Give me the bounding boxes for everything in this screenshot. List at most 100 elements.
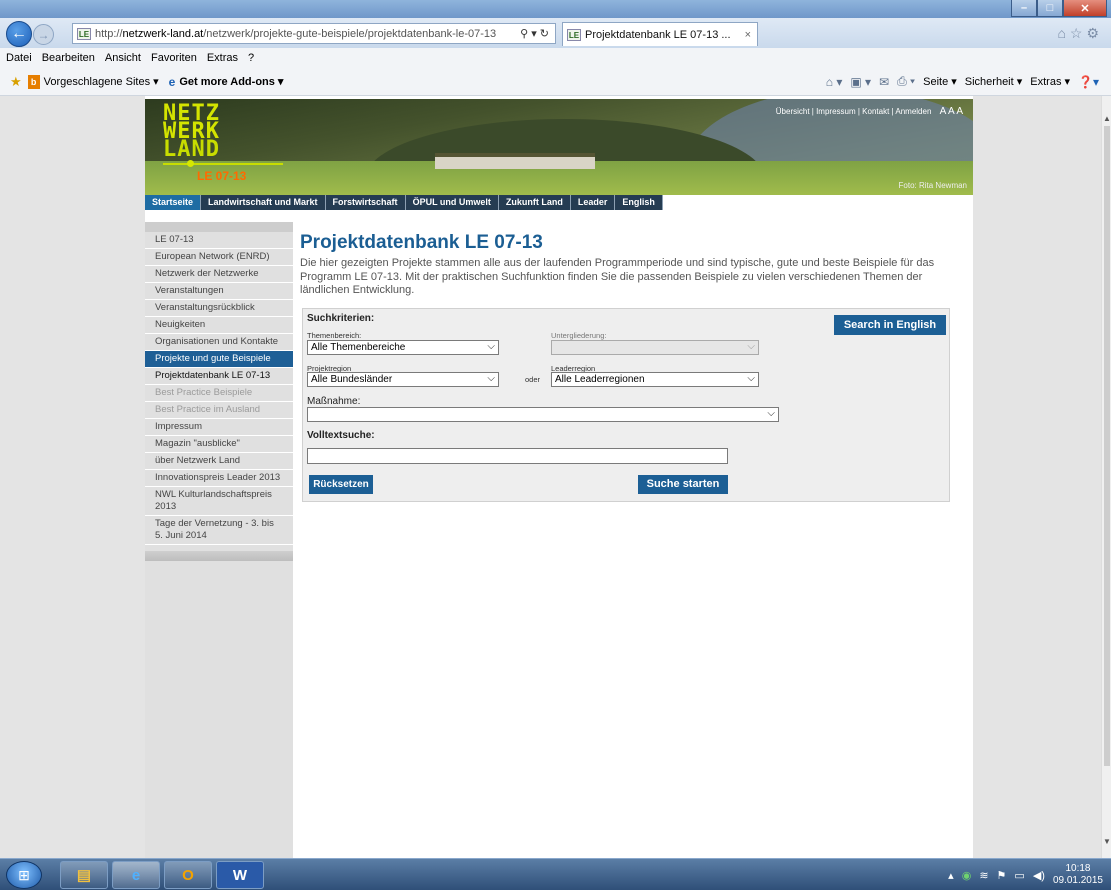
vertical-scrollbar[interactable]: ▲ ▼ [1101, 96, 1111, 858]
start-button[interactable]: ⊞ [6, 861, 42, 889]
sidebar-item-ueber[interactable]: über Netzwerk Land [145, 453, 293, 470]
reset-button[interactable]: Rücksetzen [309, 475, 373, 494]
search-submit-button[interactable]: Suche starten [638, 475, 728, 494]
tray-app-icon[interactable]: ◉ [962, 869, 972, 882]
site-header-banner: NETZ WERK LAND LE 07-13 Übersicht | Impr… [145, 99, 973, 195]
browser-tab[interactable]: LE Projektdatenbank LE 07-13 ... × [562, 22, 758, 46]
nav-oepul[interactable]: ÖPUL und Umwelt [406, 195, 499, 210]
search-english-button[interactable]: Search in English [834, 315, 946, 335]
url-text[interactable]: http://netzwerk-land.at/netzwerk/projekt… [95, 28, 496, 40]
sidebar-item-le0713[interactable]: LE 07-13 [145, 232, 293, 249]
sidebar-item-magazin[interactable]: Magazin "ausblicke" [145, 436, 293, 453]
flag-icon[interactable]: ⚑ [997, 869, 1007, 882]
menu-bar: Datei Bearbeiten Ansicht Favoriten Extra… [0, 48, 1111, 68]
extras-menu[interactable]: Extras ▾ [1030, 75, 1070, 88]
print-icon[interactable]: ⎙ ▾ [897, 74, 915, 89]
search-criteria-heading: Suchkriterien: [307, 313, 375, 324]
sidebar-item-veranstaltungen[interactable]: Veranstaltungen [145, 283, 293, 300]
volume-icon[interactable]: ◀) [1033, 869, 1045, 882]
sidebar-item-rueckblick[interactable]: Veranstaltungsrückblick [145, 300, 293, 317]
font-size-switcher[interactable]: A A A [940, 106, 963, 117]
sidebar-item-tage-vernetzung[interactable]: Tage der Vernetzung - 3. bis 5. Juni 201… [145, 516, 293, 545]
window-titlebar: – □ ✕ [0, 0, 1111, 18]
word-taskbar-icon[interactable]: W [216, 861, 264, 889]
tab-title: Projektdatenbank LE 07-13 ... [585, 28, 731, 41]
favorites-bar: ★ b Vorgeschlagene Sites ▾ e Get more Ad… [0, 68, 1111, 96]
top-links[interactable]: Übersicht | Impressum | Kontakt | Anmeld… [776, 106, 963, 117]
sidebar-item-best-practice-ausland[interactable]: Best Practice im Ausland [145, 402, 293, 419]
outlook-taskbar-icon[interactable]: O [164, 861, 212, 889]
sidebar-item-organisationen[interactable]: Organisationen und Kontakte [145, 334, 293, 351]
sidebar-item-enrd[interactable]: European Network (ENRD) [145, 249, 293, 266]
scrollbar-thumb[interactable] [1104, 126, 1110, 766]
feeds-icon[interactable]: ▣ ▾ [850, 75, 871, 89]
tray-expand-icon[interactable]: ▴ [948, 869, 954, 882]
tab-close-icon[interactable]: × [745, 29, 751, 41]
addons-link[interactable]: Get more Add-ons ▾ [179, 75, 283, 88]
menu-favoriten[interactable]: Favoriten [151, 52, 197, 64]
menu-datei[interactable]: Datei [6, 52, 32, 64]
sidebar-item-kulturlandschaftspreis[interactable]: NWL Kulturlandschaftspreis 2013 [145, 487, 293, 516]
sidebar-item-innovationspreis[interactable]: Innovationspreis Leader 2013 [145, 470, 293, 487]
themen-select[interactable]: Alle Themenbereiche ⌵ [307, 340, 499, 355]
sidebar-item-neuigkeiten[interactable]: Neuigkeiten [145, 317, 293, 334]
nav-leader[interactable]: Leader [571, 195, 616, 210]
sidebar-item-impressum[interactable]: Impressum [145, 419, 293, 436]
clock[interactable]: 10:18 09.01.2015 [1053, 863, 1103, 887]
arrow-left-icon: ← [11, 25, 27, 42]
sidebar-item-netzwerke[interactable]: Netzwerk der Netzwerke [145, 266, 293, 283]
wifi-icon[interactable]: ≋ [979, 869, 988, 882]
nav-landwirtschaft[interactable]: Landwirtschaft und Markt [201, 195, 326, 210]
favorites-star-icon[interactable]: ★ [10, 74, 22, 90]
menu-help[interactable]: ? [248, 52, 254, 64]
scroll-up-icon[interactable]: ▲ [1103, 114, 1111, 123]
network-icon[interactable]: ▭ [1014, 869, 1024, 882]
search-form: Suchkriterien: Search in English Themenb… [302, 308, 950, 502]
menu-bearbeiten[interactable]: Bearbeiten [42, 52, 95, 64]
forward-button[interactable]: → [33, 24, 54, 45]
untergliederung-label: Untergliederung: [551, 331, 607, 340]
help-icon[interactable]: ❓▾ [1078, 75, 1099, 89]
home-icon[interactable]: ⌂ ▾ [826, 75, 843, 89]
nav-zukunft-land[interactable]: Zukunft Land [499, 195, 571, 210]
bing-icon: b [27, 74, 40, 89]
close-button[interactable]: ✕ [1063, 0, 1107, 17]
volltext-label: Volltextsuche: [307, 430, 375, 441]
suggested-sites-link[interactable]: Vorgeschlagene Sites ▾ [44, 75, 159, 88]
sidebar-item-projektdatenbank[interactable]: Projektdatenbank LE 07-13 [145, 368, 293, 385]
windows-logo-icon: ⊞ [18, 866, 30, 883]
menu-extras[interactable]: Extras [207, 52, 238, 64]
site-logo[interactable]: NETZ WERK LAND LE 07-13 [163, 103, 283, 189]
address-bar[interactable]: LE http://netzwerk-land.at/netzwerk/proj… [72, 23, 556, 44]
massnahme-select[interactable]: ⌵ [307, 407, 779, 422]
search-refresh-icon[interactable]: ⚲ ▾ ↻ [520, 27, 549, 40]
leaderregion-select[interactable]: Alle Leaderregionen ⌵ [551, 372, 759, 387]
volltext-input[interactable] [307, 448, 728, 464]
sidebar-item-best-practice[interactable]: Best Practice Beispiele [145, 385, 293, 402]
sidebar-item-projekte[interactable]: Projekte und gute Beispiele [145, 351, 293, 368]
nav-forstwirtschaft[interactable]: Forstwirtschaft [326, 195, 406, 210]
chevron-down-icon: ⌵ [487, 341, 495, 352]
nav-english[interactable]: English [615, 195, 663, 210]
page-menu[interactable]: Seite ▾ [923, 75, 957, 88]
home-favorites-settings-icons[interactable]: ⌂☆⚙ [1057, 25, 1103, 42]
minimize-button[interactable]: – [1011, 0, 1037, 17]
chevron-down-icon: ⌵ [747, 341, 755, 352]
explorer-taskbar-icon[interactable]: ▤ [60, 861, 108, 889]
arrow-right-icon: → [37, 27, 50, 42]
oder-label: oder [525, 375, 541, 384]
menu-ansicht[interactable]: Ansicht [105, 52, 141, 64]
projektregion-select[interactable]: Alle Bundesländer ⌵ [307, 372, 499, 387]
nav-startseite[interactable]: Startseite [145, 195, 202, 210]
site-favicon-icon: LE [77, 27, 91, 40]
maximize-button[interactable]: □ [1037, 0, 1063, 17]
intro-text: Die hier gezeigten Projekte stammen alle… [300, 257, 935, 296]
security-menu[interactable]: Sicherheit ▾ [965, 75, 1023, 88]
back-button[interactable]: ← [6, 21, 32, 47]
mail-icon[interactable]: ✉ [879, 75, 889, 89]
page-viewport: NETZ WERK LAND LE 07-13 Übersicht | Impr… [0, 96, 1101, 858]
scroll-down-icon[interactable]: ▼ [1103, 837, 1111, 846]
massnahme-label: Maßnahme: [307, 396, 361, 407]
browser-navbar: ← → LE http://netzwerk-land.at/netzwerk/… [0, 18, 1111, 48]
ie-taskbar-icon[interactable]: e [112, 861, 160, 889]
